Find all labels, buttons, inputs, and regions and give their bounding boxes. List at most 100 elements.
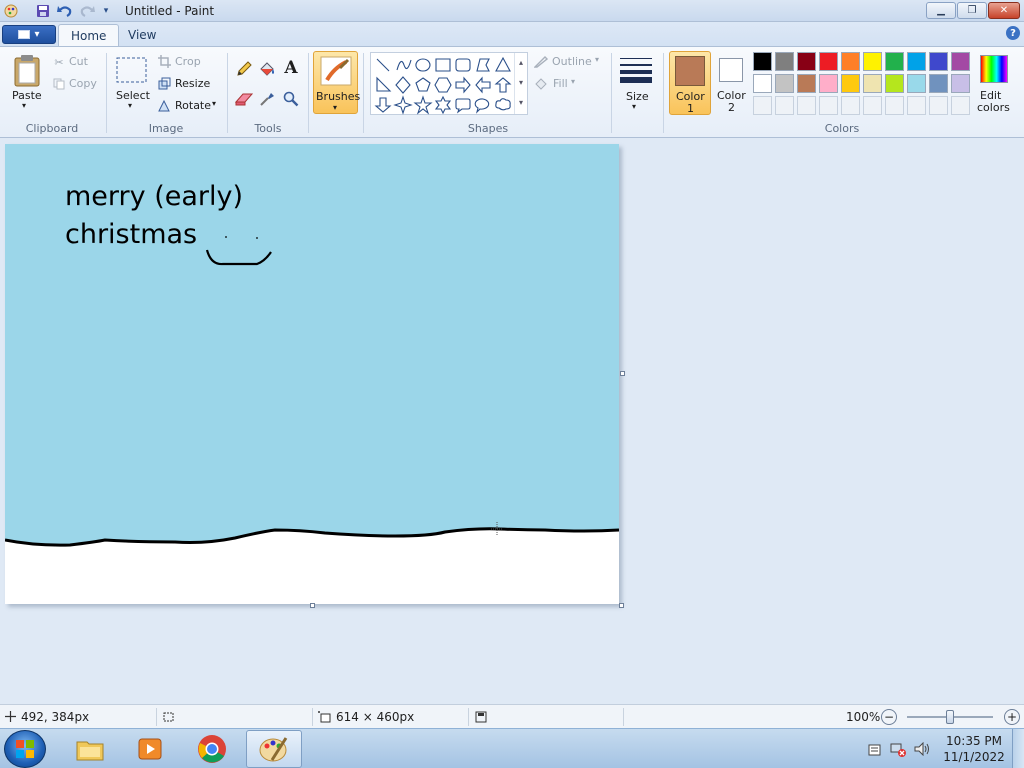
palette-swatch[interactable] [885,74,904,93]
paint-menu-button[interactable]: ▾ [2,25,56,44]
palette-swatch[interactable] [863,74,882,93]
tab-home[interactable]: Home [58,24,120,46]
paste-dropdown-icon[interactable]: ▾ [22,101,26,110]
size-button[interactable]: Size ▾ [618,53,654,113]
copy-button[interactable]: Copy [69,77,97,90]
cut-button[interactable]: Cut [69,55,88,68]
palette-swatch[interactable] [841,52,860,71]
redo-icon[interactable] [79,3,95,19]
fill-bucket-icon[interactable] [257,59,277,79]
brushes-button[interactable]: Brushes ▾ [313,51,360,114]
palette-swatch[interactable] [775,74,794,93]
restore-button[interactable]: ❐ [957,2,987,19]
custom-color-slot[interactable] [819,96,838,115]
select-button[interactable]: Select [116,89,150,102]
select-dropdown-icon[interactable]: ▾ [128,101,132,110]
close-button[interactable]: ✕ [988,2,1020,19]
media-player-taskbar-button[interactable] [122,730,178,768]
shapes-scroll[interactable]: ▴ ▾ ▾ [514,53,527,114]
resize-handle-bottom[interactable] [310,603,315,608]
tab-view[interactable]: View [116,24,168,46]
outline-button[interactable]: Outline [552,55,592,68]
pencil-icon[interactable] [234,59,254,79]
six-point-star-shape-icon[interactable] [434,95,452,115]
custom-color-slot[interactable] [929,96,948,115]
palette-swatch[interactable] [797,52,816,71]
drawing-canvas[interactable]: merry (early) christmas [5,144,619,604]
custom-color-slot[interactable] [863,96,882,115]
text-tool-icon[interactable]: A [281,58,301,78]
chrome-taskbar-button[interactable] [184,730,240,768]
undo-icon[interactable] [57,3,73,19]
rectangle-shape-icon[interactable] [435,58,451,72]
rotate-button[interactable]: Rotate [175,99,211,112]
pentagon-shape-icon[interactable] [415,77,431,92]
action-center-icon[interactable] [866,741,882,757]
minimize-button[interactable]: ▁ [926,2,956,19]
outline-dropdown-icon[interactable]: ▾ [595,55,599,64]
palette-swatch[interactable] [841,74,860,93]
rounded-callout-shape-icon[interactable] [455,98,471,114]
up-arrow-shape-icon[interactable] [494,77,512,93]
line-shape-icon[interactable] [376,58,390,72]
left-arrow-shape-icon[interactable] [475,76,491,94]
oval-callout-shape-icon[interactable] [474,98,490,114]
resize-handle-corner[interactable] [619,603,624,608]
fill-dropdown-icon[interactable]: ▾ [571,77,575,86]
help-icon[interactable]: ? [1006,26,1020,40]
clock[interactable]: 10:35 PM 11/1/2022 [938,733,1010,765]
custom-color-slot[interactable] [951,96,970,115]
save-icon[interactable] [35,3,51,19]
palette-swatch[interactable] [929,74,948,93]
triangle-shape-icon[interactable] [495,56,511,72]
rotate-dropdown-icon[interactable]: ▾ [212,99,216,108]
polygon-shape-icon[interactable] [476,58,490,72]
palette-swatch[interactable] [929,52,948,71]
paint-app-icon[interactable] [3,3,19,19]
down-arrow-shape-icon[interactable] [374,97,392,113]
palette-swatch[interactable] [863,52,882,71]
palette-swatch[interactable] [753,52,772,71]
custom-color-slot[interactable] [753,96,772,115]
network-icon[interactable] [889,741,907,757]
magnifier-icon[interactable] [281,89,301,109]
oval-shape-icon[interactable] [415,58,431,72]
paste-button[interactable]: Paste [12,89,42,102]
custom-color-slot[interactable] [841,96,860,115]
show-desktop-button[interactable] [1012,729,1024,768]
resize-handle-right[interactable] [620,371,625,376]
palette-swatch[interactable] [885,52,904,71]
cloud-callout-shape-icon[interactable] [495,98,511,111]
palette-swatch[interactable] [819,52,838,71]
palette-swatch[interactable] [797,74,816,93]
eraser-icon[interactable] [234,89,254,109]
diamond-shape-icon[interactable] [395,76,411,94]
custom-color-slot[interactable] [907,96,926,115]
volume-icon[interactable] [913,741,931,757]
custom-color-slot[interactable] [797,96,816,115]
hexagon-shape-icon[interactable] [434,77,452,93]
palette-swatch[interactable] [907,74,926,93]
color2-button[interactable]: Color 2 [712,51,750,115]
zoom-in-button[interactable]: + [1004,709,1020,725]
start-button[interactable] [4,730,46,768]
palette-swatch[interactable] [907,52,926,71]
fill-button[interactable]: Fill [553,77,568,90]
edit-colors-button[interactable]: Edit colors [976,51,1012,115]
paint-taskbar-button[interactable] [246,730,302,768]
select-icon[interactable] [116,57,147,83]
color-picker-icon[interactable] [257,89,277,109]
custom-color-slot[interactable] [885,96,904,115]
customize-dropdown-icon[interactable]: ▾ [98,3,114,19]
paste-icon[interactable] [10,53,44,89]
palette-swatch[interactable] [951,74,970,93]
palette-swatch[interactable] [775,52,794,71]
color1-button[interactable]: Color 1 [669,51,711,115]
palette-swatch[interactable] [819,74,838,93]
palette-swatch[interactable] [753,74,772,93]
rounded-rectangle-shape-icon[interactable] [455,58,471,72]
right-triangle-shape-icon[interactable] [376,76,392,92]
explorer-taskbar-button[interactable] [62,730,118,768]
zoom-slider-thumb[interactable] [946,710,954,724]
five-point-star-shape-icon[interactable] [413,95,433,115]
